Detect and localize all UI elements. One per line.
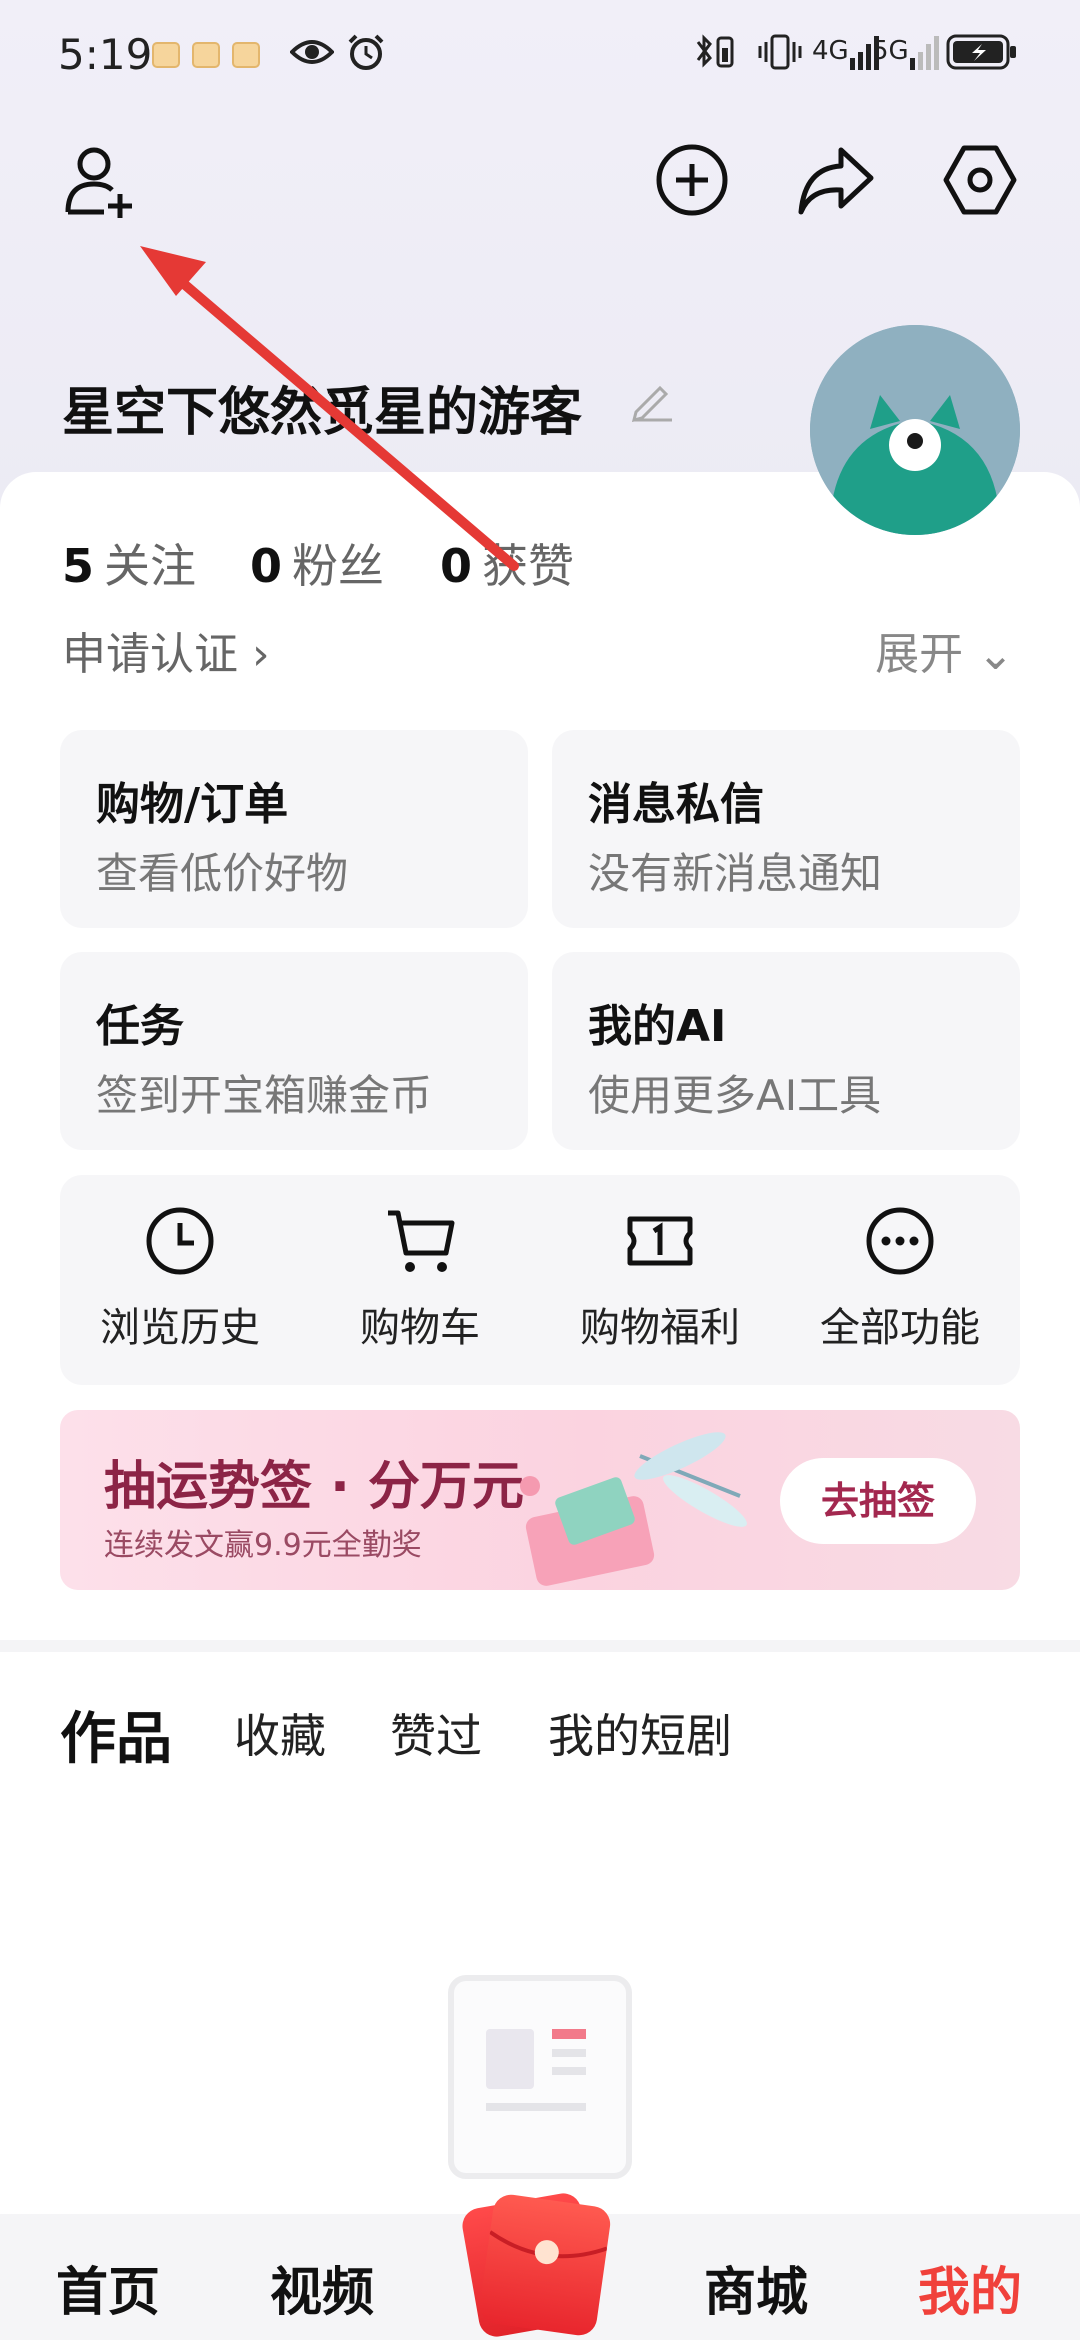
annotation-arrow-icon bbox=[140, 246, 519, 571]
